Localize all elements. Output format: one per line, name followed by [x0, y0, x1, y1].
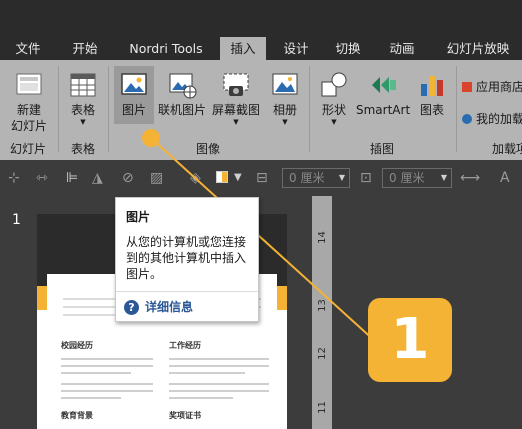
tooltip-help-link[interactable]: ? 详细信息 — [124, 298, 193, 315]
tooltip-title: 图片 — [126, 210, 151, 224]
picture-tooltip: 图片 从您的计算机或您连接到的其他计算机中插入图片。 ? 详细信息 — [115, 197, 259, 322]
tooltip-body: 从您的计算机或您连接到的其他计算机中插入图片。 — [126, 235, 247, 281]
callout-number-badge: 1 — [368, 298, 452, 382]
tooltip-divider — [116, 291, 258, 292]
tooltip-link-label: 详细信息 — [145, 300, 194, 314]
help-icon: ? — [124, 300, 139, 315]
